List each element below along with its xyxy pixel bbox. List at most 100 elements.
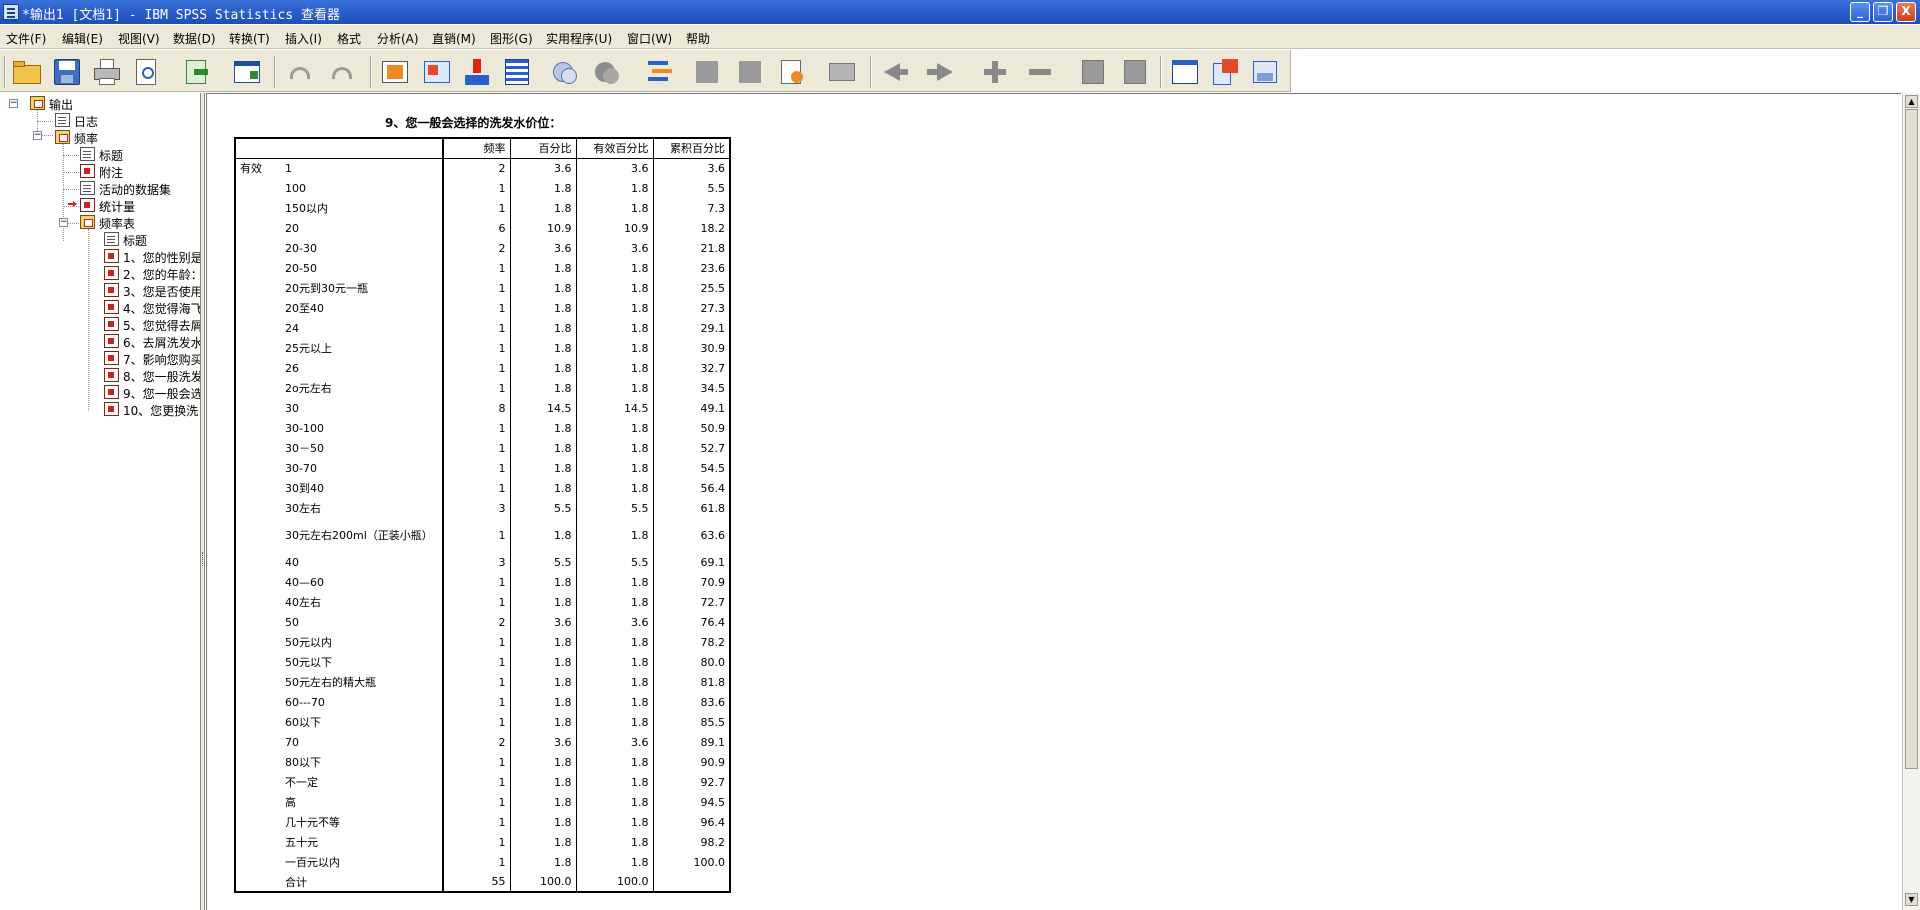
table-row: 一百元以内 1 1.8 1.8 100.0 — [235, 852, 730, 872]
back-icon[interactable] — [880, 57, 910, 87]
toolbar-separator — [370, 56, 372, 88]
cell-percent: 1.8 — [510, 592, 577, 612]
table-header-row: 频率 百分比 有效百分比 累积百分比 — [235, 138, 730, 159]
cell-frequency: 2 — [443, 158, 511, 178]
cell-cumulative-percent: 32.7 — [700, 361, 726, 375]
row-group-label — [235, 572, 281, 592]
menu-help[interactable]: 帮助 — [686, 30, 710, 47]
row-group-label — [235, 592, 281, 612]
vertical-scrollbar[interactable]: ▲ ▼ — [1902, 93, 1920, 910]
row-group-label — [235, 792, 281, 812]
spreadsheet-icon[interactable] — [1170, 57, 1200, 87]
scroll-up-arrow-icon[interactable]: ▲ — [1905, 95, 1918, 108]
tree-node-question[interactable]: 2、您的年龄： — [104, 265, 200, 282]
maximize-button[interactable]: ❐ — [1873, 2, 1893, 22]
tree-node-active-dataset[interactable]: 活动的数据集 — [80, 180, 200, 197]
word-export-icon[interactable] — [1210, 57, 1240, 87]
insert-text-icon[interactable] — [777, 57, 807, 87]
tree-node-table-title[interactable]: 标题 — [104, 231, 200, 248]
menu-view[interactable]: 视图(V) — [118, 30, 160, 47]
scroll-thumb[interactable] — [1905, 109, 1918, 769]
redo-icon[interactable] — [328, 57, 358, 87]
cell-valid-percent: 5.5 — [576, 552, 654, 572]
close-button[interactable]: X — [1896, 2, 1916, 22]
tree-node-question[interactable]: 7、影响您购买 — [104, 350, 200, 367]
cell-frequency: 2 — [443, 732, 511, 752]
insert-image-icon[interactable] — [827, 57, 857, 87]
goto-case-icon[interactable] — [422, 57, 452, 87]
menu-transform[interactable]: 转换(T) — [229, 30, 270, 47]
expand-icon[interactable] — [980, 57, 1010, 87]
cell-percent: 1.8 — [510, 772, 577, 792]
save-icon[interactable] — [52, 57, 82, 87]
row-value-label: 30到40 — [281, 478, 444, 498]
pane-splitter[interactable] — [201, 93, 205, 910]
show-all-icon[interactable] — [550, 57, 580, 87]
row-group-label — [235, 518, 281, 552]
tree-node-question[interactable]: 4、您觉得海飞 — [104, 299, 200, 316]
goto-data-icon[interactable] — [380, 57, 410, 87]
header-percent: 百分比 — [510, 138, 577, 159]
tree-node-question[interactable]: 3、您是否使用 — [104, 282, 200, 299]
variables-icon[interactable] — [502, 57, 532, 87]
pdf-export-icon[interactable] — [1250, 57, 1280, 87]
tree-collapse-toggle[interactable]: − — [59, 218, 68, 227]
menu-edit[interactable]: 编辑(E) — [62, 30, 103, 47]
minimize-button[interactable]: _ — [1850, 2, 1870, 22]
collapse-icon[interactable] — [1025, 57, 1055, 87]
cell-valid-percent: 1.8 — [576, 792, 654, 812]
tree-node-question[interactable]: 1、您的性别是 — [104, 248, 200, 265]
insert-title-icon[interactable] — [735, 57, 765, 87]
menu-format[interactable]: 格式 — [337, 30, 361, 47]
tree-node-question[interactable]: 9、您一般会选 — [104, 384, 200, 401]
show-icon[interactable] — [1078, 57, 1108, 87]
print-preview-icon[interactable] — [132, 57, 162, 87]
cell-frequency: 1 — [443, 812, 511, 832]
splitter-grip[interactable] — [202, 552, 204, 566]
dialog-recall-icon[interactable] — [232, 57, 262, 87]
table-row: 五十元 1 1.8 1.8 98.2 — [235, 832, 730, 852]
row-value-label: 一百元以内 — [281, 852, 444, 872]
designate-window-icon[interactable] — [645, 57, 675, 87]
tree-node-question[interactable]: 6、去屑洗发水 — [104, 333, 200, 350]
tree-line — [88, 229, 89, 411]
open-folder-icon[interactable] — [12, 57, 42, 87]
insert-heading-icon[interactable] — [692, 57, 722, 87]
table-title: 9、您一般会选择的洗发水价位： — [385, 116, 562, 130]
tree-node-question[interactable]: 8、您一般洗发 — [104, 367, 200, 384]
menu-direct-marketing[interactable]: 直销(M) — [432, 30, 476, 47]
table-icon — [104, 317, 119, 331]
row-group-label — [235, 672, 281, 692]
scroll-down-arrow-icon[interactable]: ▼ — [1905, 893, 1918, 906]
tree-node-statistics[interactable]: 统计量 — [80, 197, 200, 214]
tree-node-frequency-table[interactable]: 频率表 — [80, 214, 200, 231]
menu-window[interactable]: 窗口(W) — [627, 30, 672, 47]
hide-icon[interactable] — [592, 57, 622, 87]
tree-node-frequencies[interactable]: 频率 — [55, 129, 200, 146]
goto-variable-icon[interactable] — [462, 57, 492, 87]
export-icon[interactable] — [182, 57, 212, 87]
tree-node-notes[interactable]: 附注 — [80, 163, 200, 180]
menu-utilities[interactable]: 实用程序(U) — [546, 30, 612, 47]
tree-node-question[interactable]: 5、您觉得去屑 — [104, 316, 200, 333]
menu-insert[interactable]: 插入(I) — [285, 30, 322, 47]
menu-graphs[interactable]: 图形(G) — [490, 30, 533, 47]
hide-output-icon[interactable] — [1120, 57, 1150, 87]
title-icon — [80, 147, 95, 161]
tree-node-log[interactable]: 日志 — [55, 112, 200, 129]
cell-percent: 3.6 — [510, 238, 577, 258]
tree-node-output[interactable]: 输出 — [30, 95, 200, 112]
tree-node-title[interactable]: 标题 — [80, 146, 200, 163]
print-icon[interactable] — [92, 57, 122, 87]
forward-icon[interactable] — [925, 57, 955, 87]
tree-collapse-toggle[interactable]: − — [9, 99, 18, 108]
tree-node-question[interactable]: 10、您更换洗 — [104, 401, 200, 418]
menu-analyze[interactable]: 分析(A) — [377, 30, 419, 47]
menu-data[interactable]: 数据(D) — [173, 30, 216, 47]
table-row: 20元到30元一瓶 1 1.8 1.8 25.5 — [235, 278, 730, 298]
undo-icon[interactable] — [284, 57, 314, 87]
cell-percent: 1.8 — [510, 178, 577, 198]
frequency-table[interactable]: 频率 百分比 有效百分比 累积百分比 有效 1 2 3.6 3.6 3.6 100 1 1.8 1… — [234, 137, 731, 893]
menu-file[interactable]: 文件(F) — [6, 30, 46, 47]
tree-collapse-toggle[interactable]: − — [33, 131, 42, 140]
